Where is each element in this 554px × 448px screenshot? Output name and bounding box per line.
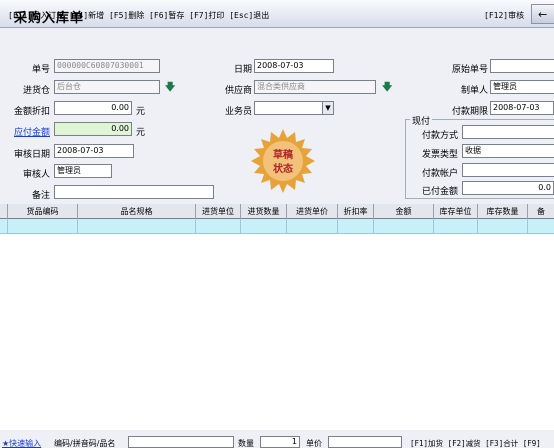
payable-unit: 元	[136, 128, 146, 138]
grid-col-remark[interactable]: 备	[528, 204, 554, 219]
grid-col-stock-unit[interactable]: 库存单位	[434, 204, 478, 219]
due-label: 付款期限	[451, 107, 488, 117]
discount-label: 金额折扣	[13, 107, 50, 117]
payable-link[interactable]: 应付金额	[10, 125, 50, 138]
discount-unit: 元	[136, 107, 146, 117]
audit-date-field[interactable]: 2008-07-03	[54, 144, 134, 158]
creator-label: 制单人	[460, 86, 488, 96]
audit-date-label: 审核日期	[13, 150, 50, 160]
qty-label: 数量	[238, 439, 254, 448]
draft-status-stamp: 草稿 状态	[251, 129, 315, 193]
paid-amount-label: 已付金额	[421, 187, 458, 197]
payment-method-field[interactable]	[462, 125, 554, 139]
grid-col-amount[interactable]: 金额	[374, 204, 434, 219]
paid-amount-field[interactable]: 0.0	[462, 181, 554, 195]
doc-no-field[interactable]: 000000C60807030001	[54, 59, 160, 73]
table-cell[interactable]	[0, 219, 8, 234]
remark-label: 备注	[31, 191, 50, 201]
payment-group-title: 现付	[410, 114, 433, 127]
grid-col-price[interactable]: 进货单价	[287, 204, 338, 219]
table-cell[interactable]	[478, 219, 528, 234]
doc-no-label: 单号	[31, 65, 50, 75]
supplier-label: 供应商	[224, 86, 252, 96]
table-cell[interactable]	[434, 219, 478, 234]
salesman-label: 业务员	[224, 107, 252, 117]
auditor-label: 审核人	[22, 170, 50, 180]
invoice-type-field[interactable]: 收据	[462, 144, 554, 158]
grid-shortcuts[interactable]: [F1]加货 [F2]减货 [F3]合计 [F9]	[410, 438, 541, 448]
invoice-type-label: 发票类型	[421, 150, 458, 160]
remark-field[interactable]	[54, 185, 214, 199]
table-cell[interactable]	[241, 219, 287, 234]
items-grid[interactable]	[0, 204, 554, 430]
salesman-dropdown-icon[interactable]: ▼	[322, 102, 333, 114]
discount-field[interactable]: 0.00	[54, 101, 132, 115]
grid-header-indicator	[0, 204, 8, 219]
warehouse-field[interactable]: 后台仓	[54, 80, 160, 94]
grid-col-stock-qty[interactable]: 库存数量	[478, 204, 528, 219]
table-cell[interactable]	[196, 219, 241, 234]
payable-field[interactable]: 0.00	[54, 122, 132, 136]
code-label: 编码/拼音码/品名	[54, 439, 116, 448]
payment-method-label: 付款方式	[421, 131, 458, 141]
grid-col-unit[interactable]: 进货单位	[196, 204, 241, 219]
audit-shortcut[interactable]: [F12]审核	[484, 10, 524, 21]
orig-no-label: 原始单号	[451, 65, 488, 75]
creator-field[interactable]: 管理员	[490, 80, 554, 94]
price-label: 单价	[306, 439, 322, 448]
auditor-field[interactable]: 管理员	[54, 164, 112, 178]
stamp-line2: 状态	[273, 162, 293, 175]
grid-col-qty[interactable]: 进货数量	[241, 204, 287, 219]
stamp-line1: 草稿	[273, 148, 293, 161]
date-label: 日期	[233, 65, 252, 75]
table-cell[interactable]	[8, 219, 78, 234]
supplier-select-arrow-icon[interactable]: 🡇	[382, 80, 392, 97]
date-field[interactable]: 2008-07-03	[254, 59, 334, 73]
table-cell[interactable]	[78, 219, 196, 234]
code-input[interactable]	[128, 436, 234, 448]
toolbar-shortcuts[interactable]: [F11]导入订单 [F4]新增 [F5]删除 [F6]暂存 [F7]打印 [E…	[8, 10, 269, 21]
payment-account-label: 付款帐户	[421, 169, 458, 179]
back-arrow-icon[interactable]: ←	[538, 8, 547, 21]
payment-account-field[interactable]	[462, 163, 554, 177]
price-input[interactable]	[328, 436, 402, 448]
qty-input[interactable]: 1	[260, 436, 300, 448]
warehouse-select-arrow-icon[interactable]: 🡇	[165, 80, 175, 97]
table-cell[interactable]	[287, 219, 338, 234]
grid-col-discount[interactable]: 折扣率	[338, 204, 374, 219]
table-cell[interactable]	[374, 219, 434, 234]
due-field[interactable]: 2008-07-03	[490, 101, 554, 115]
grid-col-name[interactable]: 品名规格	[78, 204, 196, 219]
grid-col-code[interactable]: 货品编码	[8, 204, 78, 219]
toolbar	[0, 28, 554, 56]
quick-input-link[interactable]: ★快速输入	[2, 438, 41, 448]
orig-no-field[interactable]	[490, 59, 554, 73]
supplier-field[interactable]: 混合类供应商	[254, 80, 376, 94]
table-cell[interactable]	[338, 219, 374, 234]
warehouse-label: 进货仓	[22, 86, 50, 96]
